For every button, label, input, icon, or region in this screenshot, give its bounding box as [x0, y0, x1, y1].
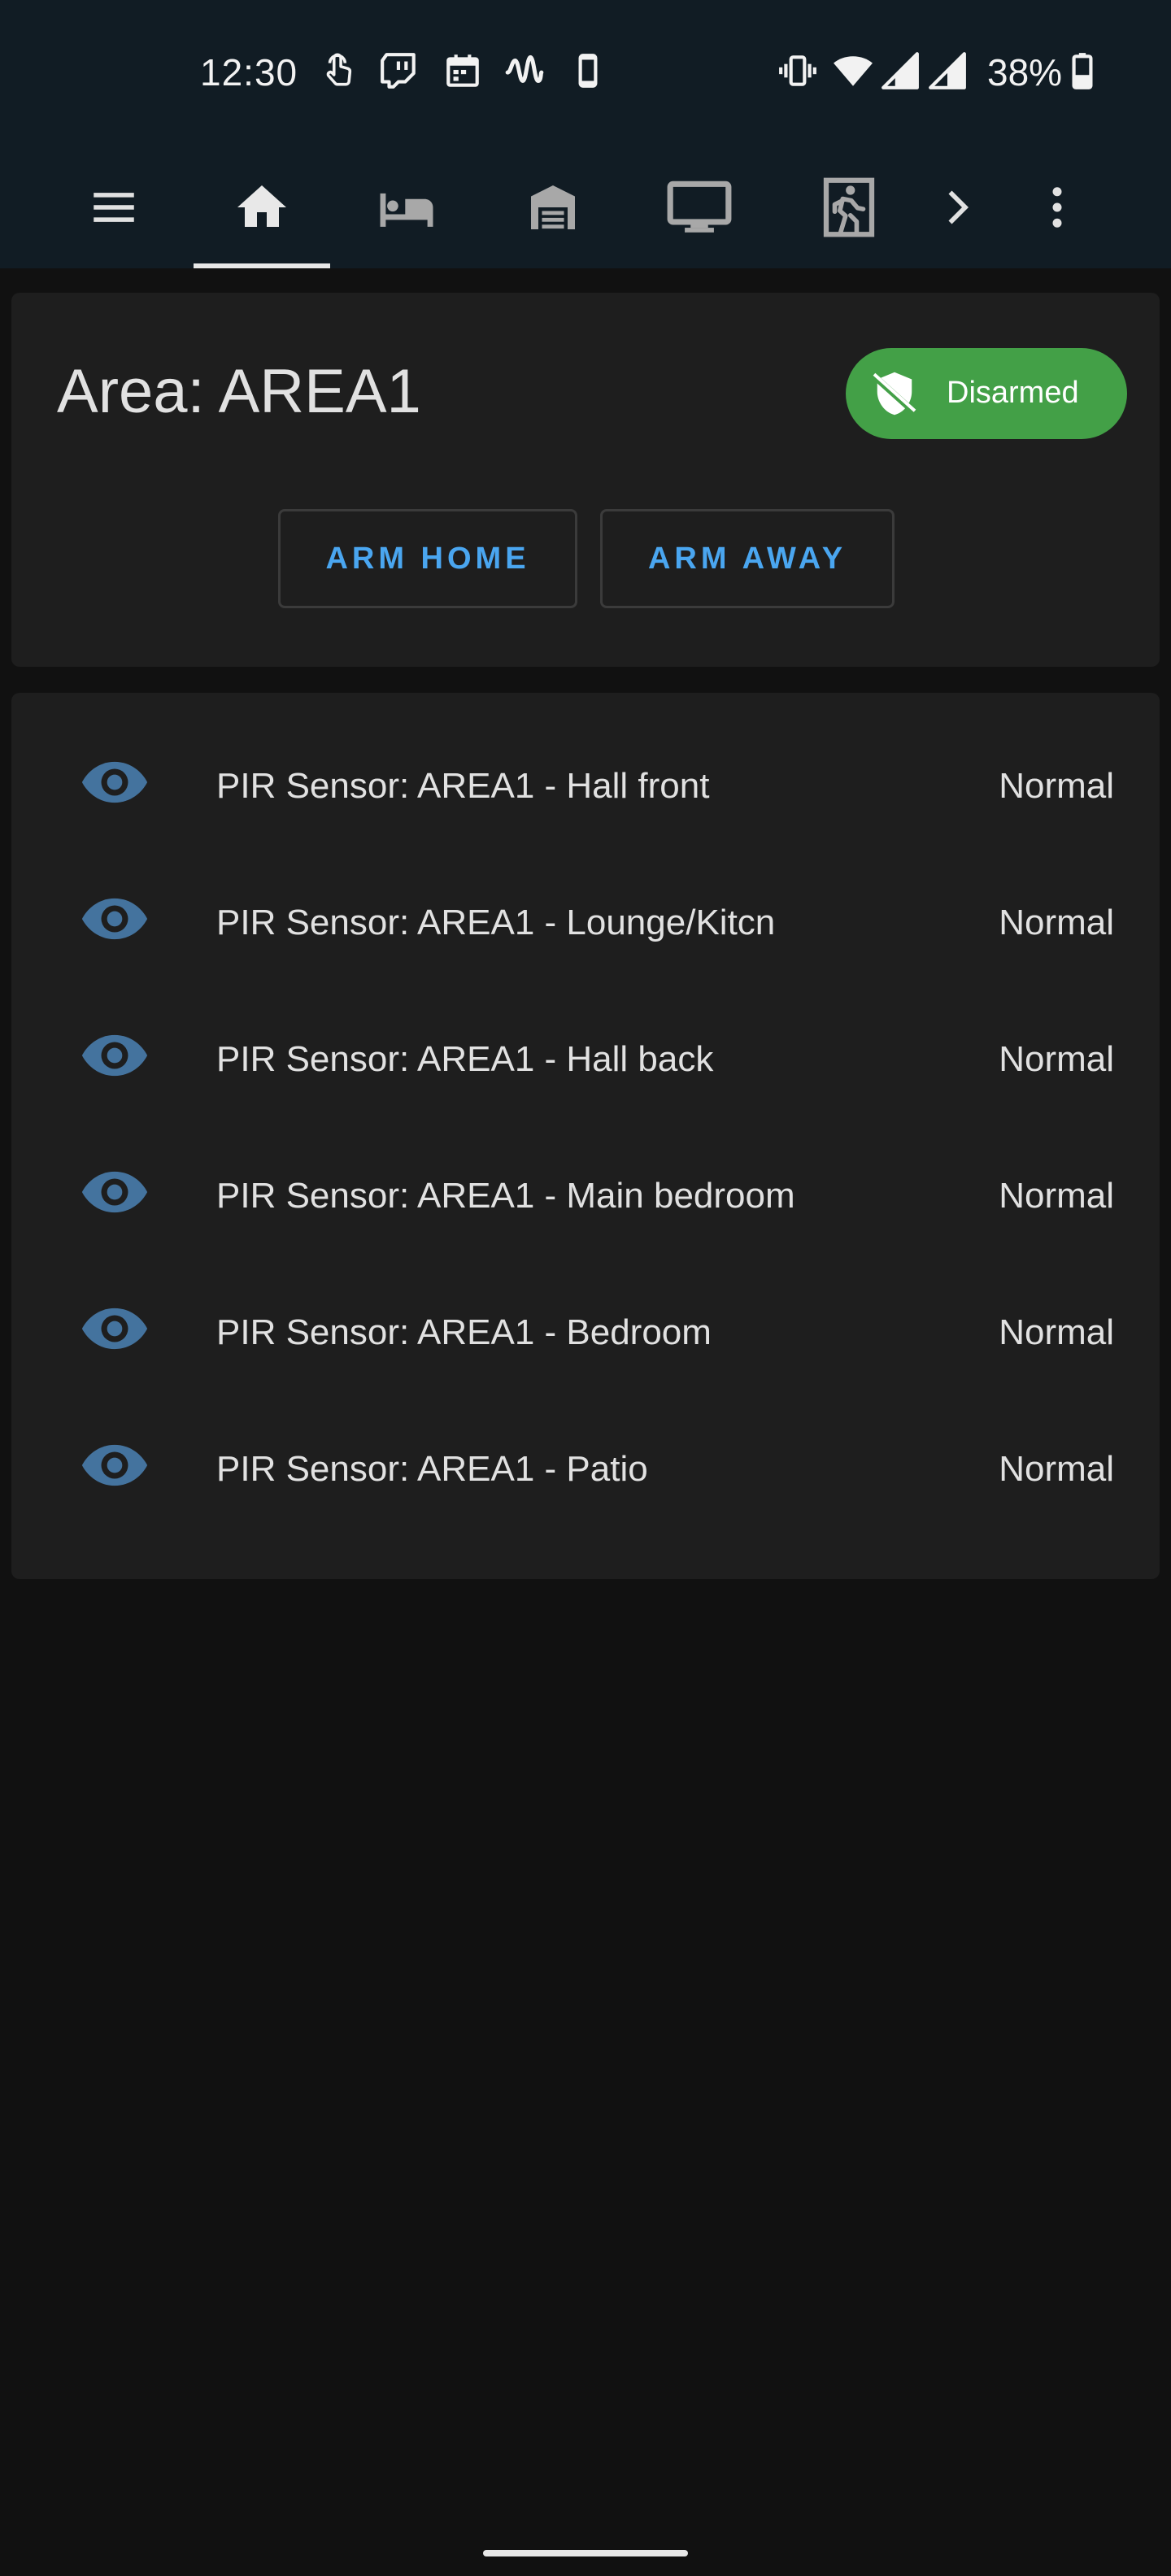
- sensor-state: Normal: [999, 1312, 1114, 1352]
- bed-icon: [380, 193, 433, 227]
- tab-exit[interactable]: [786, 146, 912, 268]
- menu-button[interactable]: [73, 146, 155, 268]
- sensor-state: Normal: [999, 766, 1114, 806]
- tab-garage[interactable]: [488, 146, 618, 268]
- signal-icon: [929, 52, 966, 89]
- eye-icon: [81, 1034, 148, 1077]
- alarm-panel-card: Area: AREA1 Disarmed ARM HOME ARM AWAY: [11, 293, 1160, 667]
- sensor-state: Normal: [999, 1176, 1114, 1216]
- battery-icon: [1072, 53, 1093, 89]
- menu-icon: [94, 193, 134, 222]
- sensor-state: Normal: [999, 903, 1114, 942]
- status-time: 12:30: [200, 51, 298, 94]
- sensor-row[interactable]: PIR Sensor: AREA1 - Patio Normal: [11, 1394, 1160, 1530]
- sensor-name: PIR Sensor: AREA1 - Patio: [216, 1449, 648, 1489]
- status-bar: 12:30 38%: [0, 0, 1171, 146]
- sensor-row[interactable]: PIR Sensor: AREA1 - Hall front Normal: [11, 711, 1160, 847]
- more-vert-icon: [1052, 187, 1062, 228]
- sensor-state: Normal: [999, 1039, 1114, 1079]
- chevron-right-icon: [948, 190, 969, 224]
- waveform-icon: [505, 54, 544, 83]
- signal-icon: [882, 52, 919, 89]
- sensor-name: PIR Sensor: AREA1 - Hall front: [216, 766, 710, 806]
- wifi-icon: [834, 56, 873, 86]
- eye-icon: [81, 898, 148, 940]
- phone-icon: [578, 54, 598, 88]
- view-tabs: [0, 146, 1171, 268]
- sensor-row[interactable]: PIR Sensor: AREA1 - Hall back Normal: [11, 984, 1160, 1120]
- sensor-row[interactable]: PIR Sensor: AREA1 - Lounge/Kitcn Normal: [11, 847, 1160, 984]
- alarm-state-badge[interactable]: Disarmed: [846, 348, 1127, 439]
- monitor-icon: [667, 181, 732, 233]
- alarm-area-title: Area: AREA1: [57, 357, 421, 426]
- eye-icon: [81, 1308, 148, 1350]
- shield-off-icon: [872, 372, 916, 416]
- home-icon: [237, 185, 286, 227]
- eye-icon: [81, 1171, 148, 1213]
- alarm-state-label: Disarmed: [947, 376, 1079, 410]
- sensor-entities-card: PIR Sensor: AREA1 - Hall front Normal PI…: [11, 693, 1160, 1579]
- selected-tab-indicator: [194, 263, 330, 268]
- sensor-name: PIR Sensor: AREA1 - Main bedroom: [216, 1176, 795, 1216]
- sensor-name: PIR Sensor: AREA1 - Hall back: [216, 1039, 714, 1079]
- tabs-scroll-right[interactable]: [927, 146, 984, 268]
- sensor-name: PIR Sensor: AREA1 - Lounge/Kitcn: [216, 903, 776, 942]
- exit-run-icon: [823, 177, 875, 237]
- garage-icon: [531, 185, 575, 229]
- overflow-menu-button[interactable]: [1025, 146, 1090, 268]
- sensor-name: PIR Sensor: AREA1 - Bedroom: [216, 1312, 712, 1352]
- tab-monitor[interactable]: [634, 146, 764, 268]
- arm-home-button[interactable]: ARM HOME: [278, 509, 577, 608]
- vibrate-icon: [779, 55, 816, 86]
- arm-away-button[interactable]: ARM AWAY: [600, 509, 895, 608]
- app-header: 12:30 38%: [0, 0, 1171, 268]
- tab-bedroom[interactable]: [342, 146, 472, 268]
- tab-home[interactable]: [194, 146, 330, 268]
- battery-percent: 38%: [987, 51, 1063, 94]
- eye-icon: [81, 761, 148, 803]
- eye-icon: [81, 1444, 148, 1486]
- sensor-row[interactable]: PIR Sensor: AREA1 - Main bedroom Normal: [11, 1120, 1160, 1257]
- calendar-icon: [446, 54, 479, 87]
- touch-icon: [326, 53, 352, 86]
- twitch-icon: [381, 53, 416, 89]
- gesture-nav-handle[interactable]: [483, 2550, 688, 2556]
- sensor-row[interactable]: PIR Sensor: AREA1 - Bedroom Normal: [11, 1257, 1160, 1394]
- sensor-state: Normal: [999, 1449, 1114, 1489]
